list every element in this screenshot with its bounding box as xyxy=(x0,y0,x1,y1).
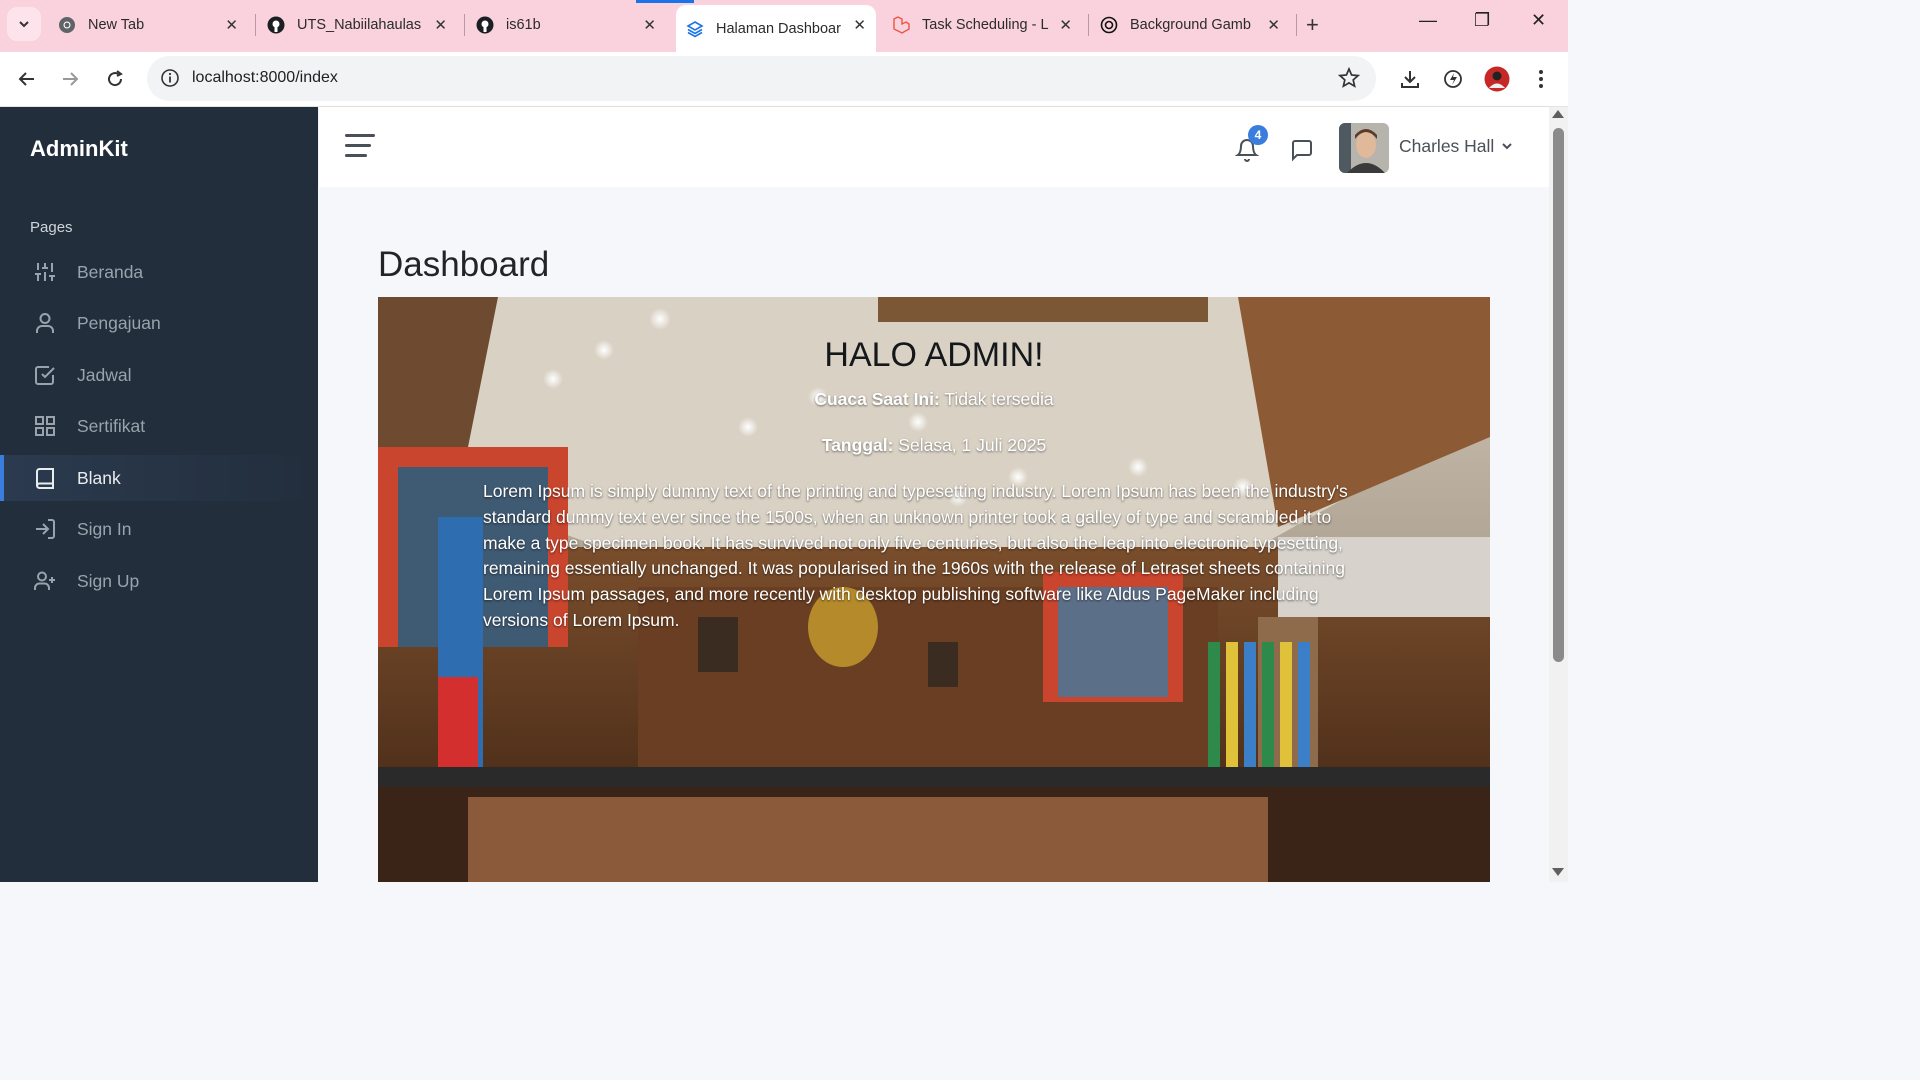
info-icon[interactable] xyxy=(160,68,180,93)
minimize-button[interactable]: — xyxy=(1419,10,1437,31)
avatar[interactable] xyxy=(1339,123,1389,173)
close-icon[interactable]: ✕ xyxy=(225,16,238,34)
download-icon[interactable] xyxy=(1396,65,1424,93)
weather-label: Cuaca Saat Ini: xyxy=(814,389,940,409)
top-navbar: 4 Charles Hall xyxy=(319,107,1549,187)
message-square-icon[interactable] xyxy=(1290,138,1314,162)
bookmark-star-icon[interactable] xyxy=(1337,66,1361,94)
tab-divider xyxy=(255,14,256,36)
forward-button[interactable] xyxy=(57,66,83,92)
back-button[interactable] xyxy=(14,66,40,92)
chevron-down-icon xyxy=(19,21,29,28)
grid-icon xyxy=(35,416,55,436)
sidebar-item-label: Blank xyxy=(77,468,121,488)
sidebar-item-blank[interactable]: Blank xyxy=(0,455,318,501)
chevron-down-icon[interactable] xyxy=(1501,140,1513,152)
scroll-down-icon[interactable] xyxy=(1552,868,1564,876)
check-square-icon xyxy=(35,366,55,385)
sidebar-item-label: Beranda xyxy=(77,262,144,282)
sidebar-item-label: Sign Up xyxy=(77,571,140,591)
user-plus-icon xyxy=(34,571,55,590)
weather-line: Cuaca Saat Ini: Tidak tersedia xyxy=(378,389,1490,410)
tab-title: Halaman Dashboar xyxy=(716,20,841,37)
sidebar-item-pengajuan[interactable]: Pengajuan xyxy=(0,300,318,346)
tab-divider xyxy=(464,14,465,36)
hero-background-photo: HALO ADMIN! Cuaca Saat Ini: Tidak tersed… xyxy=(378,297,1490,882)
tab-background-gambar[interactable]: Background Gamb ✕ xyxy=(1090,5,1290,45)
restore-button[interactable]: ❐ xyxy=(1474,10,1490,31)
chrome-icon xyxy=(58,16,76,34)
sidebar-item-sign-up[interactable]: Sign Up xyxy=(0,558,318,604)
tab-title: UTS_Nabiilahaulas xyxy=(297,17,422,33)
performance-icon[interactable] xyxy=(1439,65,1467,93)
reload-icon xyxy=(108,70,123,87)
intro-paragraph: Lorem Ipsum is simply dummy text of the … xyxy=(483,481,1348,630)
user-icon xyxy=(36,313,54,333)
tab-search-button[interactable] xyxy=(7,7,41,41)
log-in-icon xyxy=(36,519,55,539)
active-tab-indicator xyxy=(636,0,694,3)
reload-button[interactable] xyxy=(102,66,128,92)
laravel-icon xyxy=(892,16,910,34)
sliders-icon xyxy=(35,263,55,281)
tab-title: is61b xyxy=(506,17,541,33)
hero-text-overlay: HALO ADMIN! Cuaca Saat Ini: Tidak tersed… xyxy=(378,297,1490,882)
notification-count-badge: 4 xyxy=(1248,125,1268,145)
tab-uts[interactable]: UTS_Nabiilahaulas ✕ xyxy=(257,5,457,45)
profile-avatar-icon[interactable] xyxy=(1483,65,1511,93)
greeting-heading: HALO ADMIN! xyxy=(824,336,1044,374)
url-text[interactable]: localhost:8000/index xyxy=(192,69,338,87)
close-icon[interactable]: ✕ xyxy=(853,16,866,34)
sidebar-item-beranda[interactable]: Beranda xyxy=(0,249,318,295)
tab-title: Task Scheduling - L xyxy=(922,17,1049,33)
scrollbar-thumb[interactable] xyxy=(1553,128,1564,662)
sidebar-item-label: Pengajuan xyxy=(77,313,161,333)
tab-new-tab[interactable]: New Tab ✕ xyxy=(48,5,248,45)
more-menu-icon[interactable] xyxy=(1527,65,1555,93)
sidebar-item-label: Jadwal xyxy=(77,365,132,385)
browser-tab-strip: New Tab ✕ UTS_Nabiilahaulas ✕ is61b ✕ Ha… xyxy=(0,0,1568,52)
close-icon[interactable]: ✕ xyxy=(1267,16,1280,34)
sidebar-item-label: Sign In xyxy=(77,519,132,539)
tab-title: New Tab xyxy=(88,17,145,33)
date-label: Tanggal: xyxy=(821,435,894,455)
scroll-up-icon[interactable] xyxy=(1552,110,1564,118)
tab-title: Background Gamb xyxy=(1130,17,1251,33)
sidebar-item-sign-in[interactable]: Sign In xyxy=(0,506,318,552)
close-icon[interactable]: ✕ xyxy=(643,16,656,34)
date-line: Tanggal: Selasa, 1 Juli 2025 xyxy=(378,435,1490,456)
close-window-button[interactable]: ✕ xyxy=(1531,10,1546,31)
github-icon xyxy=(476,16,494,34)
book-icon xyxy=(36,468,54,489)
close-icon[interactable]: ✕ xyxy=(434,16,447,34)
github-icon xyxy=(267,16,285,34)
tab-divider xyxy=(1296,14,1297,36)
tab-is61b[interactable]: is61b ✕ xyxy=(466,5,666,45)
sidebar: AdminKit Pages Beranda Pengajuan Jadwal … xyxy=(0,107,318,882)
close-icon[interactable]: ✕ xyxy=(1059,16,1072,34)
sidebar-item-jadwal[interactable]: Jadwal xyxy=(0,352,318,398)
address-bar[interactable]: localhost:8000/index xyxy=(147,56,1376,101)
user-name[interactable]: Charles Hall xyxy=(1399,136,1494,157)
tab-dashboard[interactable]: Halaman Dashboar ✕ xyxy=(676,5,876,52)
tab-divider xyxy=(1088,14,1089,36)
openai-icon xyxy=(1100,16,1118,34)
sidebar-item-label: Sertifikat xyxy=(77,416,146,436)
browser-toolbar: localhost:8000/index xyxy=(0,52,1568,107)
brand-logo[interactable]: AdminKit xyxy=(30,136,128,162)
arrow-right-icon xyxy=(63,72,79,86)
page-title: Dashboard xyxy=(378,245,550,284)
weather-value: Tidak tersedia xyxy=(939,389,1054,409)
sidebar-toggle-icon[interactable] xyxy=(345,134,375,158)
new-tab-button[interactable]: + xyxy=(1306,12,1319,38)
sidebar-item-sertifikat[interactable]: Sertifikat xyxy=(0,403,318,449)
sidebar-section-header: Pages xyxy=(30,219,73,236)
arrow-left-icon xyxy=(18,72,34,86)
layers-icon xyxy=(686,20,704,38)
tab-task-scheduling[interactable]: Task Scheduling - L ✕ xyxy=(882,5,1082,45)
date-value: Selasa, 1 Juli 2025 xyxy=(893,435,1047,455)
